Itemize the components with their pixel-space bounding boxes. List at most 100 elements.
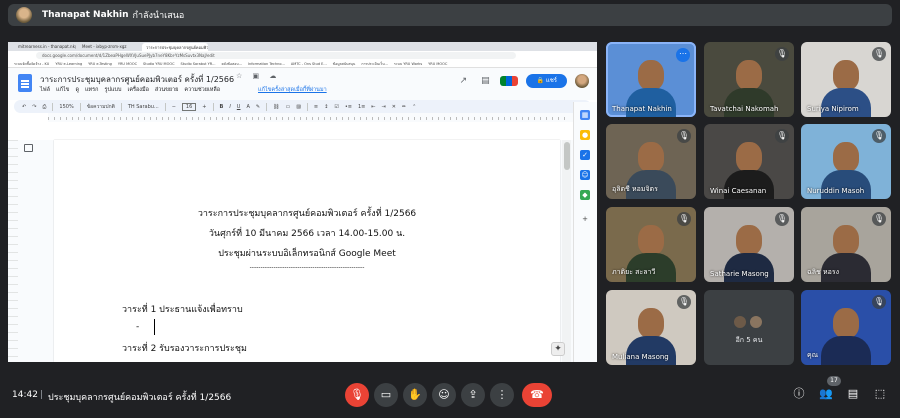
people-icon[interactable]: 👥 xyxy=(818,386,834,402)
image-icon[interactable]: ▨ xyxy=(296,104,301,110)
camera-icon[interactable]: ▭ xyxy=(374,383,398,407)
participant-tile[interactable]: 🎙 ฉลิช หอรง xyxy=(801,207,891,282)
document-title[interactable]: วาระการประชุมบุคลากรศูนย์คอมพิวเตอร์ ครั… xyxy=(40,73,234,86)
menu-tools[interactable]: เครื่องมือ xyxy=(127,86,148,94)
user-avatar[interactable] xyxy=(575,74,589,88)
bookmark[interactable]: YRU e-Testing xyxy=(88,62,112,66)
comment-add-icon[interactable]: ▭ xyxy=(285,104,290,110)
end-call-icon[interactable]: ☎ xyxy=(522,383,552,407)
print-icon[interactable]: ⎙ xyxy=(42,104,46,110)
highlight-icon[interactable]: ✎ xyxy=(256,104,260,110)
font-select[interactable]: TH Sarabu... xyxy=(128,104,159,110)
menu-extensions[interactable]: ส่วนขยาย xyxy=(155,86,179,94)
participant-tile[interactable]: 🎙 ภาติยะ สะลาวี xyxy=(606,207,696,282)
menu-insert[interactable]: แทรก xyxy=(85,86,98,94)
redo-icon[interactable]: ↷ xyxy=(32,104,36,110)
italic-icon[interactable]: I xyxy=(229,104,230,110)
bookmark[interactable]: YRU MOOC xyxy=(118,62,137,66)
emoji-icon[interactable]: ☺ xyxy=(432,383,456,407)
participant-tile-self[interactable]: 🎙 คุณ xyxy=(801,290,891,365)
underline-icon[interactable]: U xyxy=(237,104,241,110)
menu-file[interactable]: ไฟล์ xyxy=(40,86,50,94)
bookmark[interactable]: ระบบจัดซื้อจัดจ้าง - KU xyxy=(14,61,49,67)
collapse-icon[interactable]: ⌃ xyxy=(412,104,416,110)
browser-tab-active[interactable]: วาระการประชุมบุคลากรศูนย์คอมพิวเตอร์... xyxy=(142,43,208,51)
text-color-icon[interactable]: A xyxy=(246,104,249,110)
bookmark[interactable]: ระบบ YRU Works xyxy=(394,61,422,67)
raise-hand-icon[interactable]: ✋ xyxy=(403,383,427,407)
contacts-icon[interactable]: ☺ xyxy=(580,170,590,180)
bookmark[interactable]: Studio Sorabut YR... xyxy=(181,62,216,66)
others-tile[interactable]: อีก 5 คน xyxy=(704,290,794,365)
docs-logo-icon[interactable] xyxy=(18,74,32,92)
browser-tab[interactable]: Meet - ixbyp-zrsm-xgz xyxy=(78,43,140,51)
agenda-1-item: - xyxy=(136,322,140,332)
share-button[interactable]: 🔒 แชร์ xyxy=(526,74,567,88)
link-icon[interactable]: ⛓ xyxy=(273,104,279,110)
comment-icon[interactable]: ▤ xyxy=(478,74,492,88)
menu-help[interactable]: ความช่วยเหลือ xyxy=(184,86,220,94)
add-addon-icon[interactable]: + xyxy=(580,214,590,224)
participant-tile[interactable]: 🎙 Suriya Nipirom xyxy=(801,42,891,117)
horizontal-ruler[interactable] xyxy=(48,113,597,122)
bullet-list-icon[interactable]: •≡ xyxy=(345,104,352,110)
bookmark[interactable]: ข้อมูลสนับสนุน xyxy=(333,61,356,67)
menu-edit[interactable]: แก้ไข xyxy=(56,86,69,94)
meet-icon[interactable]: ▶ xyxy=(500,76,519,86)
more-options-icon[interactable]: ⋯ xyxy=(676,48,690,62)
participant-tile[interactable]: 🎙 Muliana Masong xyxy=(606,290,696,365)
keep-icon[interactable]: ● xyxy=(580,130,590,140)
menu-view[interactable]: ดู xyxy=(75,86,79,94)
bookmark[interactable]: YRU MOOC xyxy=(428,62,447,66)
maps-icon[interactable]: ◆ xyxy=(580,190,590,200)
menu-format[interactable]: รูปแบบ xyxy=(104,86,121,94)
bookmark[interactable]: คลังข้อสอบ... xyxy=(221,61,242,67)
bookmark[interactable]: YRU e-Learning xyxy=(55,62,82,66)
indent-increase-icon[interactable]: ⇥ xyxy=(382,104,386,110)
vertical-ruler[interactable] xyxy=(8,140,18,362)
activities-icon[interactable]: ⬚ xyxy=(872,386,888,402)
align-icon[interactable]: ≡ xyxy=(314,104,318,110)
participant-tile[interactable]: 🎙 Tavatchai Nakomah xyxy=(704,42,794,117)
url-field[interactable]: docs.google.com/document/d/1ZbeaPHgeWXVJ… xyxy=(36,52,516,59)
checklist-icon[interactable]: ☑ xyxy=(334,104,338,110)
bookmark[interactable]: AMTC - Ons Stud E... xyxy=(291,62,327,66)
explore-icon[interactable]: ✦ xyxy=(551,342,565,356)
mic-off-icon: 🎙 xyxy=(872,129,886,143)
line-spacing-icon[interactable]: ↕ xyxy=(324,104,328,110)
clear-format-icon[interactable]: ✕ xyxy=(392,104,396,110)
activity-trend-icon[interactable]: ↗ xyxy=(456,74,470,88)
tasks-icon[interactable]: ✓ xyxy=(580,150,590,160)
font-size-input[interactable]: 16 xyxy=(181,102,197,111)
participant-tile-thanapat[interactable]: ⋯ Thanapat Nakhin xyxy=(606,42,696,117)
present-icon[interactable]: ⇪ xyxy=(461,383,485,407)
style-select[interactable]: ข้อความปกติ xyxy=(87,103,115,111)
bold-icon[interactable]: B xyxy=(220,104,224,110)
bookmark[interactable]: การประเมินเว็บ... xyxy=(361,61,388,67)
info-icon[interactable]: ⓘ xyxy=(791,386,807,402)
mic-off-icon[interactable]: 🎙 xyxy=(345,383,369,407)
chat-icon[interactable]: ▤ xyxy=(845,386,861,402)
participant-tile[interactable]: 🎙 Satharie Masong xyxy=(704,207,794,282)
document-outline-icon[interactable] xyxy=(24,144,33,152)
last-edit-link[interactable]: แก้ไขครั้งล่าสุดเมื่อกี้ที่ผ่านมา xyxy=(258,86,327,94)
indent-decrease-icon[interactable]: ⇤ xyxy=(371,104,375,110)
increase-size-icon[interactable]: + xyxy=(202,104,206,110)
title-star-move-cloud-icons[interactable]: ☆ ▣ ☁ xyxy=(236,72,280,80)
undo-icon[interactable]: ↶ xyxy=(22,104,26,110)
scrollbar-thumb[interactable] xyxy=(564,142,570,170)
browser-tab[interactable]: mitrearness.in - thanapat.nk@ya... xyxy=(14,43,76,51)
document-page[interactable]: วาระการประชุมบุคลากรศูนย์คอมพิวเตอร์ ครั… xyxy=(54,140,560,362)
calendar-icon[interactable]: ▦ xyxy=(580,110,590,120)
numbered-list-icon[interactable]: 1≡ xyxy=(358,104,365,110)
participant-tile[interactable]: 🎙 Winai Caesanan xyxy=(704,124,794,199)
edit-mode-icon[interactable]: ✏ xyxy=(402,104,406,110)
more-vert-icon[interactable]: ⋮ xyxy=(490,383,514,407)
scrollbar-track[interactable] xyxy=(562,140,571,362)
decrease-size-icon[interactable]: − xyxy=(172,104,176,110)
zoom-select[interactable]: 150% xyxy=(59,104,73,110)
bookmark[interactable]: Studio YRU MOOC xyxy=(143,62,174,66)
participant-tile[interactable]: 🎙 อุลิตชี หอมจิตร xyxy=(606,124,696,199)
participant-tile[interactable]: 🎙 Nuruddin Masoh xyxy=(801,124,891,199)
bookmark[interactable]: Information Techno... xyxy=(248,62,285,66)
